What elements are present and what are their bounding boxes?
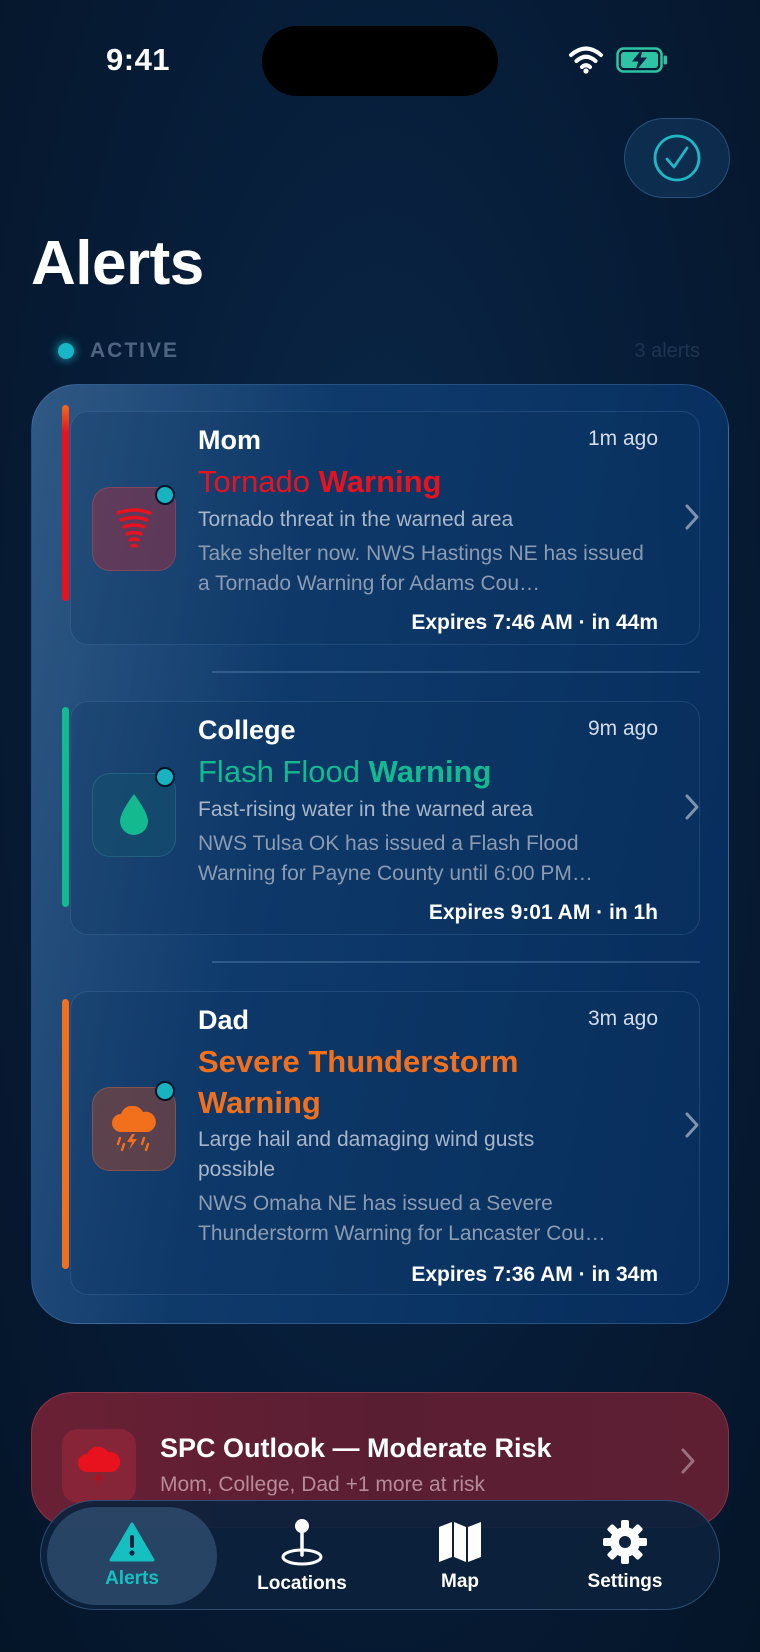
page-title: Alerts [31, 229, 204, 298]
wifi-icon [569, 46, 603, 74]
tornado-icon [116, 508, 152, 548]
location-name: College [198, 715, 296, 745]
dynamic-island [262, 26, 498, 96]
tab-settings[interactable]: Settings [539, 1507, 711, 1605]
section-label: ACTIVE [90, 339, 180, 362]
checkmark-circle-icon [653, 134, 701, 182]
alerts-screen: 9:41 Alerts ACTIVE 3 alerts Mom 1m ago T… [0, 0, 760, 1652]
alert-level: Warning [198, 1085, 321, 1120]
alert-subtitle: Tornado threat in the warned area [198, 508, 514, 531]
tab-label: Settings [587, 1571, 663, 1592]
location-name: Dad [198, 1005, 250, 1035]
alerts-list: Mom 1m ago Tornado Warning Tornado threa… [31, 384, 729, 1324]
active-indicator-dot [58, 343, 74, 359]
section-header: ACTIVE 3 alerts [58, 338, 700, 364]
severity-bar [62, 707, 69, 907]
divider [212, 961, 700, 963]
alert-type: Tornado [198, 464, 311, 499]
battery-charging-icon [616, 47, 667, 73]
alert-description: Take shelter now. NWS Hastings NE has is… [198, 542, 644, 595]
warning-icon [109, 1522, 155, 1562]
map-icon [439, 1522, 481, 1562]
alert-type: Flash Flood [198, 754, 360, 789]
alert-time-ago: 3m ago [587, 1007, 658, 1030]
storm-cloud-icon-box [62, 1429, 136, 1503]
thunderstorm-icon [112, 1106, 156, 1152]
storm-cloud-icon [78, 1446, 121, 1486]
alert-row-dad[interactable]: Dad 3m ago Severe Thunderstorm Warning L… [32, 965, 728, 1323]
alert-expires: Expires 7:36 AM · in 34m [411, 1263, 658, 1286]
outlook-subtitle: Mom, College, Dad +1 more at risk [160, 1473, 486, 1496]
chevron-right-icon [685, 1112, 699, 1138]
alert-description: NWS Tulsa OK has issued a Flash Flood Wa… [198, 832, 593, 885]
mark-all-read-button[interactable] [624, 118, 730, 198]
severity-bar [62, 999, 69, 1269]
alert-type: Severe Thunderstorm [198, 1044, 519, 1079]
divider [212, 671, 700, 673]
alert-expires: Expires 9:01 AM · in 1h [428, 901, 658, 924]
unread-dot [155, 485, 175, 505]
alert-row-college[interactable]: College 9m ago Flash Flood Warning Fast-… [32, 675, 728, 965]
chevron-right-icon [685, 504, 699, 530]
alert-headline: Severe Thunderstorm Warning [198, 1041, 598, 1123]
alert-time-ago: 9m ago [587, 717, 658, 740]
unread-dot [155, 1081, 175, 1101]
tab-map[interactable]: Map [385, 1507, 535, 1605]
alert-count: 3 alerts [634, 339, 700, 362]
tab-bar: Alerts Locations Map Settings [40, 1500, 720, 1610]
alert-subtitle: Fast-rising water in the warned area [198, 798, 533, 821]
chevron-right-icon [685, 794, 699, 820]
water-drop-icon [120, 794, 148, 835]
outlook-title: SPC Outlook — Moderate Risk [160, 1433, 552, 1463]
tab-label: Locations [257, 1573, 347, 1594]
location-pin-icon [281, 1519, 323, 1566]
alert-description: NWS Omaha NE has issued a Severe Thunder… [198, 1192, 606, 1245]
alert-subtitle: Large hail and damaging wind gusts possi… [198, 1128, 535, 1181]
severity-bar [62, 405, 69, 601]
location-name: Mom [198, 425, 261, 455]
alert-expires: Expires 7:46 AM · in 44m [411, 611, 658, 634]
tab-alerts[interactable]: Alerts [47, 1507, 217, 1605]
alert-headline: Flash Flood Warning [198, 751, 598, 792]
alert-row-mom[interactable]: Mom 1m ago Tornado Warning Tornado threa… [32, 385, 728, 675]
alert-level: Warning [318, 464, 442, 499]
alert-headline: Tornado Warning [198, 461, 598, 502]
tab-locations[interactable]: Locations [223, 1507, 381, 1605]
chevron-right-icon [681, 1448, 695, 1474]
unread-dot [155, 767, 175, 787]
status-time: 9:41 [106, 42, 171, 77]
alert-time-ago: 1m ago [587, 427, 658, 450]
alert-level: Warning [368, 754, 492, 789]
gear-icon [603, 1520, 647, 1564]
tab-label: Alerts [105, 1568, 159, 1589]
tab-label: Map [441, 1571, 479, 1592]
